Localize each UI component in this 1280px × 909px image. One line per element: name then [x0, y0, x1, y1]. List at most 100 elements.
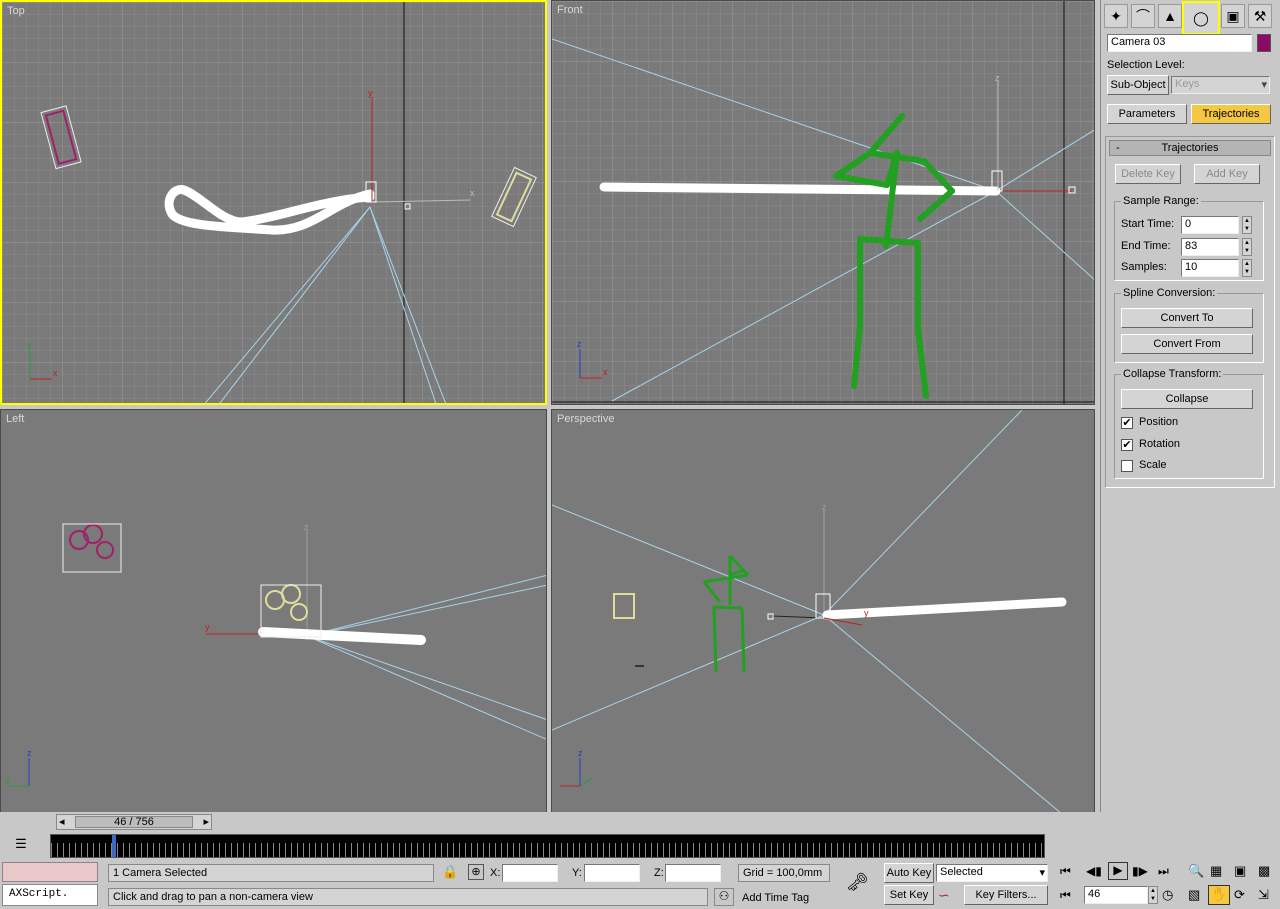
- modify-icon[interactable]: ⌒: [1131, 4, 1155, 28]
- viewport-front[interactable]: Front z z x: [551, 0, 1095, 405]
- time-slider-thumb[interactable]: 46 / 756: [75, 816, 193, 828]
- motion-icon[interactable]: ◯: [1182, 1, 1220, 35]
- previous-frame-icon[interactable]: ◀▮: [1086, 864, 1102, 878]
- zoom-extents-icon[interactable]: ▣: [1234, 863, 1246, 879]
- tripod-z-label: z: [577, 339, 582, 349]
- bottom-bar: ◂ 46 / 756 ▸ ☰ 1 Camera Selected 🔒 ⊕ X: …: [0, 812, 1280, 909]
- region-zoom-icon[interactable]: ▧: [1188, 887, 1200, 903]
- rollout-header[interactable]: - Trajectories: [1109, 140, 1271, 156]
- zoom-all-icon[interactable]: ▦: [1210, 863, 1222, 879]
- next-frame-button-icon[interactable]: ▮▶: [1132, 864, 1148, 878]
- object-color-swatch[interactable]: [1257, 34, 1271, 52]
- add-time-tag[interactable]: Add Time Tag: [742, 892, 809, 904]
- scale-label: Scale: [1139, 459, 1167, 471]
- curve-icon[interactable]: ∽: [938, 887, 950, 904]
- spline-conversion-title: Spline Conversion:: [1121, 287, 1218, 299]
- pan-hand-icon[interactable]: ✋: [1208, 885, 1230, 905]
- viewport-left[interactable]: Left y z z y: [0, 409, 547, 813]
- start-time-field[interactable]: 0: [1181, 216, 1239, 234]
- tripod-y-label: y: [5, 774, 10, 784]
- key-mode-toggle-icon[interactable]: ⏮: [1060, 888, 1071, 903]
- axis-z-label: z: [822, 502, 827, 512]
- key-icon[interactable]: 🗝: [846, 872, 869, 893]
- viewport-perspective[interactable]: Perspective y z z: [551, 409, 1095, 813]
- time-slider[interactable]: ◂ 46 / 756 ▸: [56, 814, 212, 830]
- convert-from-button[interactable]: Convert From: [1121, 334, 1253, 354]
- start-time-spinner[interactable]: ▲ ▼: [1242, 216, 1252, 234]
- sub-object-button[interactable]: Sub-Object: [1107, 75, 1169, 95]
- y-coord-field[interactable]: [584, 864, 640, 882]
- maximize-viewport-icon[interactable]: ⇲: [1258, 887, 1269, 903]
- end-time-field[interactable]: 83: [1181, 238, 1239, 256]
- absolute-mode-icon[interactable]: ⊕: [468, 864, 484, 880]
- track-bar-toggle[interactable]: ☰: [10, 836, 32, 854]
- x-coord-field[interactable]: [502, 864, 558, 882]
- maxscript-mini-listener[interactable]: [2, 862, 98, 882]
- hierarchy-icon[interactable]: ▲: [1158, 4, 1182, 28]
- current-frame-field[interactable]: 46: [1084, 886, 1148, 904]
- rollout-toggle[interactable]: -: [1116, 141, 1120, 155]
- time-tag-icon[interactable]: ⚇: [714, 888, 734, 906]
- z-coord-label: Z:: [654, 867, 664, 879]
- selection-level-label: Selection Level:: [1107, 59, 1185, 71]
- add-key-button[interactable]: Add Key: [1194, 164, 1260, 184]
- scale-checkbox[interactable]: [1121, 460, 1133, 472]
- maxscript-text: AXScript.: [9, 888, 69, 900]
- rotation-label: Rotation: [1139, 438, 1180, 450]
- auto-key-button[interactable]: Auto Key: [884, 863, 934, 883]
- command-panel: ✦ ⌒ ▲ ◯ ▣ ⚒ Camera 03 Selection Level: S…: [1100, 0, 1280, 830]
- zoom-extents-all-icon[interactable]: ▩: [1258, 863, 1270, 879]
- z-coord-field[interactable]: [665, 864, 721, 882]
- object-name-field[interactable]: Camera 03: [1107, 34, 1252, 52]
- viewport-top[interactable]: Top y x y x: [0, 0, 547, 405]
- end-time-spinner[interactable]: ▲ ▼: [1242, 238, 1252, 256]
- axis-z-label: z: [304, 522, 309, 532]
- key-mode-dropdown[interactable]: Selected ▾: [936, 864, 1048, 882]
- samples-field[interactable]: 10: [1181, 259, 1239, 277]
- orbit-icon[interactable]: ⟳: [1234, 887, 1245, 903]
- key-filters-button[interactable]: Key Filters...: [964, 885, 1048, 905]
- samples-label: Samples:: [1121, 261, 1167, 273]
- collapse-button[interactable]: Collapse: [1121, 389, 1253, 409]
- prev-frame-icon[interactable]: ◂: [59, 815, 65, 828]
- next-frame-icon[interactable]: ▸: [203, 815, 209, 828]
- go-to-start-icon[interactable]: ⏮: [1060, 864, 1071, 879]
- create-icon[interactable]: ✦: [1104, 4, 1128, 28]
- key-mode-value: Selected: [940, 866, 983, 878]
- viewport-perspective-label: Perspective: [557, 413, 615, 425]
- delete-key-button[interactable]: Delete Key: [1115, 164, 1181, 184]
- samples-spinner[interactable]: ▲ ▼: [1242, 259, 1252, 277]
- maxscript-field[interactable]: AXScript.: [2, 884, 98, 906]
- axis-x-label: x: [470, 188, 475, 198]
- tab-trajectories[interactable]: Trajectories: [1191, 104, 1271, 124]
- position-checkbox[interactable]: ✔: [1121, 417, 1133, 429]
- tab-parameters[interactable]: Parameters: [1107, 104, 1187, 124]
- zoom-icon[interactable]: 🔍: [1188, 863, 1204, 879]
- axis-y-label: y: [368, 88, 373, 98]
- prompt-text: Click and drag to pan a non-camera view: [113, 891, 313, 903]
- collapse-transform-group: Collapse Transform: Collapse ✔ Position …: [1114, 368, 1264, 479]
- tripod-z-label: z: [27, 748, 32, 758]
- convert-to-button[interactable]: Convert To: [1121, 308, 1253, 328]
- sub-object-value: Keys: [1175, 78, 1200, 90]
- viewport-left-label: Left: [6, 413, 25, 425]
- x-coord-label: X:: [490, 867, 501, 879]
- display-icon[interactable]: ▣: [1221, 4, 1245, 28]
- viewport-top-canvas: [2, 2, 545, 403]
- position-label: Position: [1139, 416, 1179, 428]
- viewport-top-label: Top: [7, 5, 25, 17]
- lock-icon[interactable]: 🔒: [442, 864, 458, 880]
- viewport-perspective-canvas: [552, 410, 1067, 812]
- go-to-end-icon[interactable]: ⏭: [1158, 864, 1169, 879]
- sub-object-dropdown[interactable]: Keys ▾: [1171, 76, 1270, 94]
- utilities-icon[interactable]: ⚒: [1248, 4, 1272, 28]
- track-bar[interactable]: [50, 834, 1045, 858]
- sample-range-title: Sample Range:: [1121, 195, 1201, 207]
- chevron-down-icon: ▾: [1261, 79, 1267, 91]
- time-config-icon[interactable]: ◷: [1162, 887, 1173, 903]
- current-time-marker[interactable]: [111, 835, 116, 857]
- current-frame-spinner[interactable]: ▲ ▼: [1148, 886, 1158, 904]
- play-icon[interactable]: ▶: [1108, 862, 1128, 880]
- rotation-checkbox[interactable]: ✔: [1121, 439, 1133, 451]
- set-key-button[interactable]: Set Key: [884, 885, 934, 905]
